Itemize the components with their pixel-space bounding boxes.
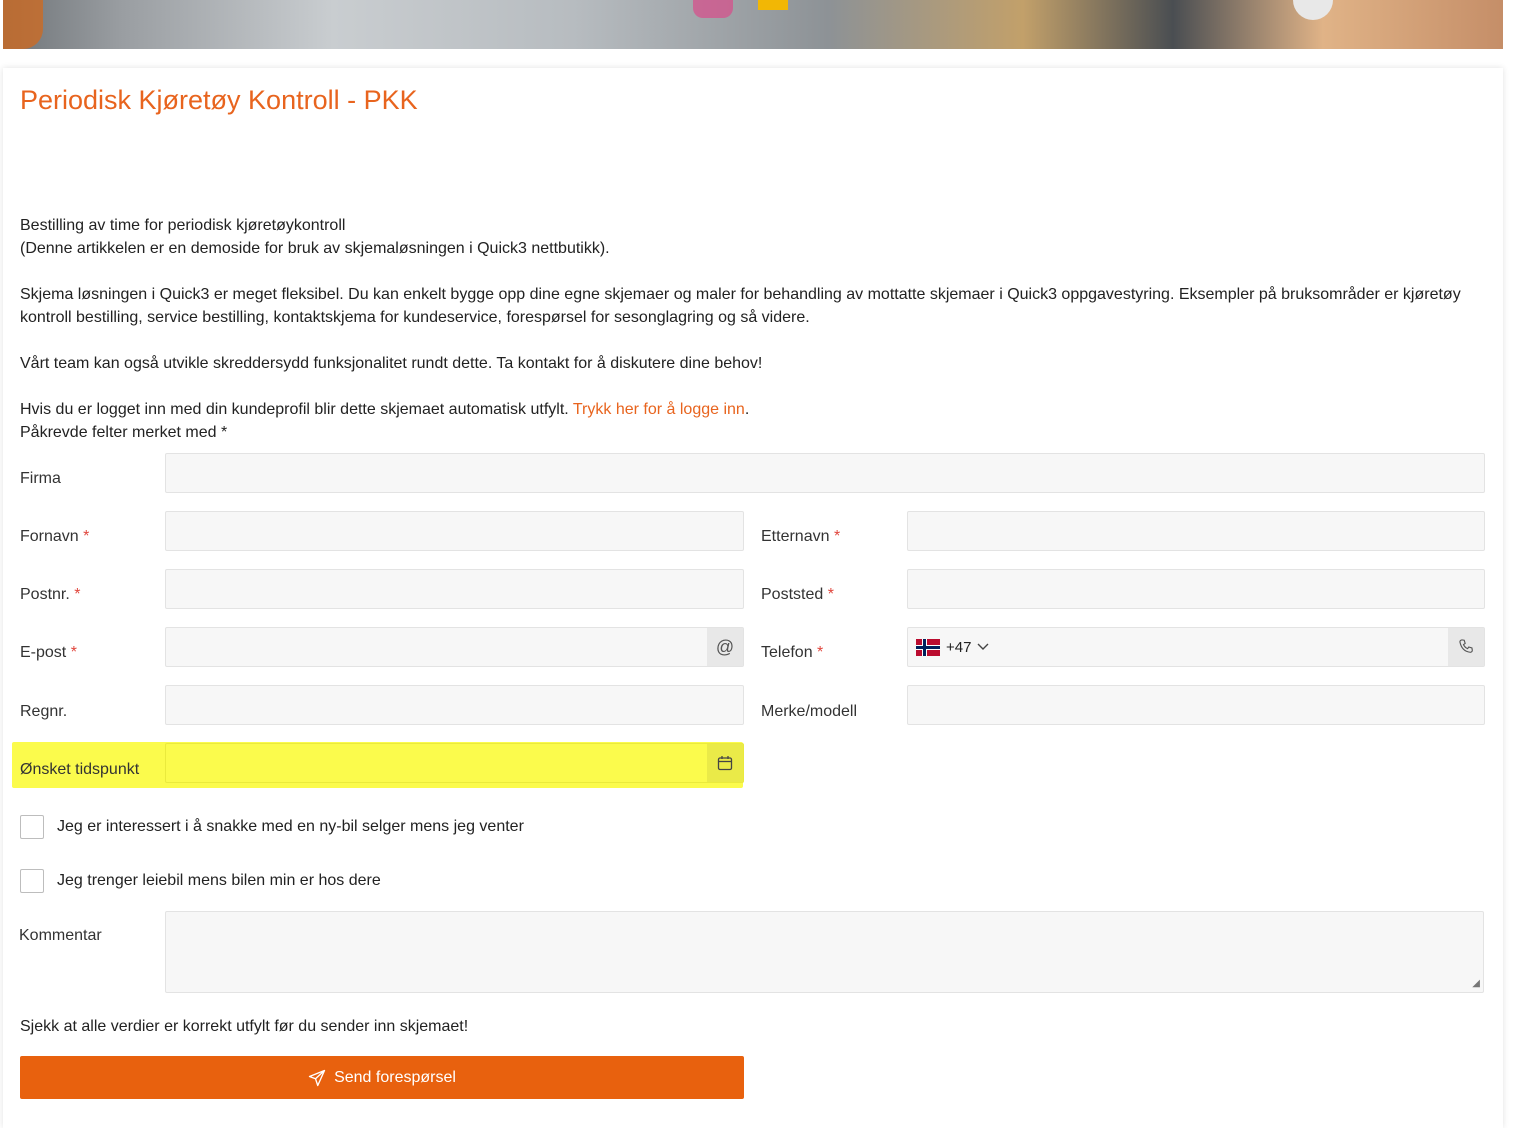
epost-label-text: E-post (20, 644, 67, 661)
intro-line-2: (Denne artikkelen er en demoside for bru… (20, 240, 610, 257)
check-note: Sjekk at alle verdier er korrekt utfylt … (20, 1018, 469, 1035)
send-request-label: Send forespørsel (334, 1068, 456, 1086)
telefon-field[interactable]: +47 (907, 627, 1485, 667)
login-link[interactable]: Trykk her for å logge inn (573, 401, 745, 418)
send-request-button[interactable]: Send forespørsel (20, 1056, 744, 1099)
etternavn-label: Etternavn * (761, 527, 840, 547)
at-icon: @ (707, 628, 743, 666)
postnr-label-text: Postnr. (20, 586, 70, 603)
intro-paragraph-2: Skjema løsningen i Quick3 er meget fleks… (20, 286, 1461, 326)
new-car-seller-checkbox[interactable] (20, 815, 44, 839)
norway-flag-icon (916, 638, 940, 656)
poststed-input[interactable] (908, 570, 1484, 608)
regnr-input[interactable] (166, 686, 743, 724)
new-car-seller-label: Jeg er interessert i å snakke med en ny-… (57, 818, 524, 835)
postnr-field[interactable] (165, 569, 744, 609)
telefon-label: Telefon * (761, 643, 823, 663)
kommentar-label: Kommentar (19, 927, 102, 944)
intro-paragraph-3: Vårt team kan også utvikle skreddersydd … (20, 355, 763, 372)
merke-field[interactable] (907, 685, 1485, 725)
etternavn-field[interactable] (907, 511, 1485, 551)
login-text: Hvis du er logget inn med din kundeprofi… (20, 401, 569, 418)
required-mark: * (833, 528, 841, 545)
tidspunkt-label: Ønsket tidspunkt (20, 761, 140, 778)
tidspunkt-field[interactable] (165, 743, 744, 783)
rental-car-label: Jeg trenger leiebil mens bilen min er ho… (57, 872, 381, 889)
required-mark: * (827, 586, 834, 603)
etternavn-input[interactable] (908, 512, 1484, 550)
login-paragraph: Hvis du er logget inn med din kundeprofi… (20, 398, 1490, 421)
firma-label: Firma (20, 470, 61, 487)
epost-field[interactable]: @ (165, 627, 744, 667)
required-mark: * (83, 528, 90, 545)
postnr-label: Postnr. * (20, 585, 81, 605)
required-note: Påkrevde felter merket med * (20, 424, 228, 441)
header-banner-image (3, 0, 1503, 49)
poststed-label: Poststed * (761, 585, 834, 605)
rental-car-checkbox[interactable] (20, 869, 44, 893)
firma-field[interactable] (165, 453, 1485, 493)
phone-icon (1448, 628, 1484, 666)
merke-label: Merke/modell (761, 703, 858, 720)
poststed-label-text: Poststed (761, 586, 824, 603)
regnr-field[interactable] (165, 685, 744, 725)
chevron-down-icon (977, 643, 989, 650)
calendar-icon[interactable] (707, 744, 743, 782)
firma-input[interactable] (166, 454, 1484, 492)
telefon-input[interactable] (998, 628, 1438, 666)
epost-input[interactable] (166, 628, 706, 666)
resize-handle-icon[interactable]: ◢ (1472, 979, 1480, 989)
fornavn-field[interactable] (165, 511, 744, 551)
required-mark: * (70, 644, 77, 661)
country-code-selector[interactable]: +47 (916, 628, 989, 666)
required-mark: * (817, 644, 824, 661)
kommentar-textarea[interactable]: ◢ (165, 911, 1484, 993)
etternavn-label-text: Etternavn (761, 528, 830, 545)
send-icon (308, 1069, 326, 1086)
tidspunkt-input[interactable] (166, 744, 706, 782)
page-title: Periodisk Kjøretøy Kontroll - PKK (20, 85, 418, 115)
required-mark: * (74, 586, 81, 603)
intro-text: Bestilling av time for periodisk kjøretø… (20, 214, 1490, 444)
poststed-field[interactable] (907, 569, 1485, 609)
country-code: +47 (946, 638, 972, 656)
postnr-input[interactable] (166, 570, 743, 608)
intro-line-1: Bestilling av time for periodisk kjøretø… (20, 217, 346, 234)
epost-label: E-post * (20, 643, 77, 663)
merke-input[interactable] (908, 686, 1484, 724)
fornavn-label-text: Fornavn (20, 528, 79, 545)
fornavn-input[interactable] (166, 512, 743, 550)
login-period: . (744, 401, 750, 418)
regnr-label: Regnr. (20, 703, 68, 720)
fornavn-label: Fornavn * (20, 527, 89, 547)
telefon-label-text: Telefon (761, 644, 813, 661)
